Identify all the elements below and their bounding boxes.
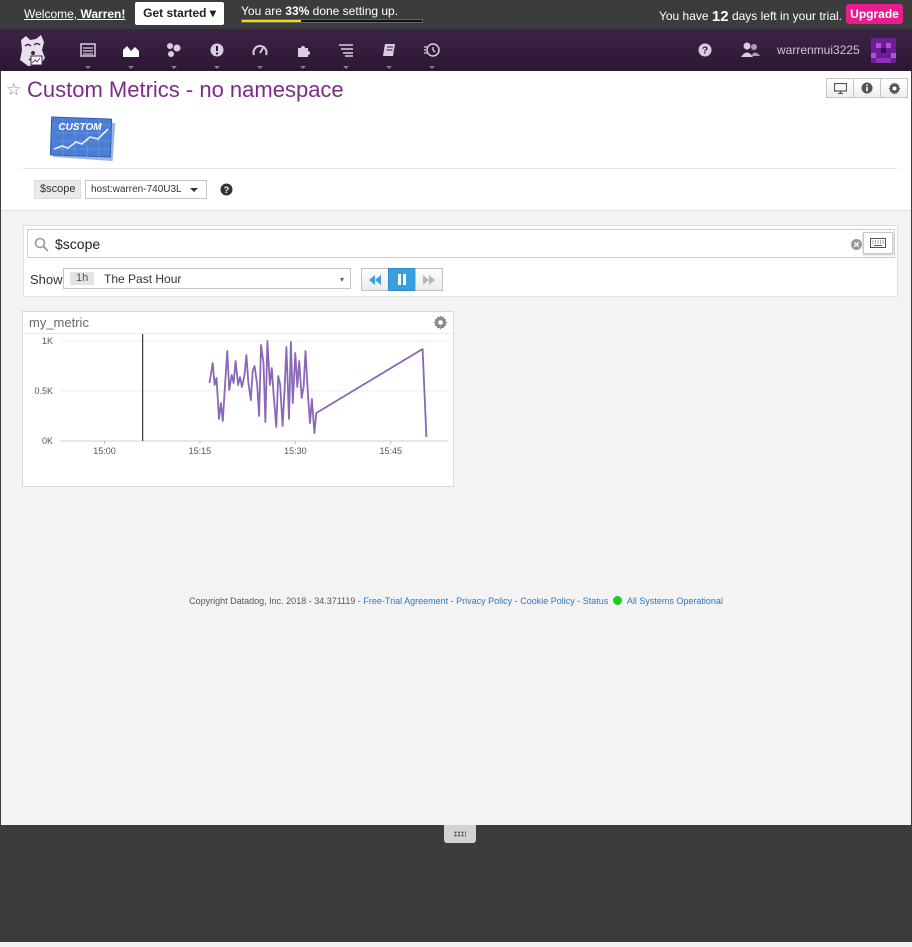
header-divider	[23, 168, 897, 169]
trial-bar: Welcome, Warren! Get started ▾ You are 3…	[0, 0, 912, 29]
monitors-icon[interactable]	[205, 38, 229, 69]
logs-icon[interactable]	[334, 38, 358, 69]
clear-icon[interactable]	[851, 239, 862, 250]
footer-separator: -	[514, 596, 518, 606]
dashboard-body	[1, 210, 911, 825]
dashboard-page: ☆ Custom Metrics - no namespace CUSTOM $…	[1, 71, 911, 825]
keyboard-shortcuts-button[interactable]	[863, 232, 893, 254]
svg-text:?: ?	[224, 185, 230, 195]
svg-text:?: ?	[702, 46, 708, 57]
trial-suffix: days left in your trial.	[731, 9, 842, 23]
welcome-prefix: Welcome,	[24, 7, 78, 21]
template-variable-label: $scope	[34, 180, 82, 199]
fast-forward-button[interactable]	[415, 268, 443, 291]
gear-icon	[887, 81, 901, 95]
rewind-icon	[369, 274, 381, 285]
search-box	[27, 229, 895, 258]
get-started-button[interactable]: Get started ▾	[135, 2, 224, 25]
timeframe-select[interactable]: 1h The Past Hour ▾	[63, 268, 351, 289]
search-input[interactable]	[55, 234, 835, 254]
help-icon[interactable]: ?	[697, 42, 713, 58]
footer-separator: -	[577, 596, 581, 606]
integrations-icon[interactable]	[291, 38, 315, 69]
timeseries-chart: 0K 0.5K 1K 15:00 15:15 15:30 15:45	[34, 334, 448, 456]
trial-days: 12	[711, 8, 729, 25]
status-ok-icon	[612, 596, 622, 605]
events-icon[interactable]	[76, 38, 100, 69]
settings-button[interactable]	[880, 78, 908, 98]
template-variable-select[interactable]: host:warren-740U3L	[85, 180, 207, 199]
username[interactable]: warrenmui3225	[777, 43, 860, 57]
notebooks-icon[interactable]	[377, 38, 401, 69]
widget-gear-icon[interactable]	[433, 315, 448, 330]
welcome-text[interactable]: Welcome, Warren!	[24, 7, 125, 21]
footer-link-status[interactable]: Status	[583, 596, 609, 606]
progress-percent: 33%	[285, 4, 310, 18]
tv-mode-button[interactable]	[826, 78, 854, 98]
y-tick-label: 1K	[42, 336, 53, 346]
show-label: Show	[30, 272, 63, 287]
footer-link-cookie[interactable]: Cookie Policy	[520, 596, 575, 606]
setup-progress-text: You are 33% done setting up.	[241, 4, 398, 18]
drag-handle[interactable]	[444, 825, 476, 843]
footer-link-privacy[interactable]: Privacy Policy	[456, 596, 512, 606]
setup-progress-bar	[241, 19, 423, 23]
footer: Copyright Datadog, Inc. 2018 - 34.371119…	[1, 595, 911, 606]
keyboard-icon	[870, 238, 886, 248]
series-line	[208, 340, 428, 438]
grip-icon	[454, 831, 466, 837]
setup-progress-fill	[242, 20, 302, 22]
trial-prefix: You have	[658, 9, 709, 23]
caret-down-icon: ▾	[339, 275, 344, 284]
footer-status-text[interactable]: All Systems Operational	[627, 596, 723, 606]
template-variable-value: host:warren-740U3L	[91, 184, 182, 195]
apm-icon[interactable]	[248, 38, 272, 69]
timeframe-chip: 1h	[70, 272, 95, 285]
y-tick-label: 0.5K	[34, 386, 53, 396]
trial-remaining-text: You have 12 days left in your trial.	[658, 7, 842, 25]
search-panel: Show 1h The Past Hour ▾	[23, 225, 898, 297]
team-icon[interactable]	[740, 41, 760, 59]
pause-button[interactable]	[388, 268, 416, 291]
dashboards-icon[interactable]	[119, 38, 143, 69]
progress-suffix: done setting up.	[312, 4, 399, 18]
page-title: Custom Metrics - no namespace	[27, 77, 344, 102]
infrastructure-icon[interactable]	[162, 38, 186, 69]
main-nav: ? warrenmui3225	[0, 29, 912, 71]
x-tick-label: 15:45	[379, 446, 402, 456]
favorite-star-icon[interactable]: ☆	[6, 80, 21, 100]
timeframe-label: The Past Hour	[104, 272, 182, 286]
x-tick-label: 15:00	[93, 446, 116, 456]
caret-down-icon	[190, 188, 198, 192]
fast-forward-icon	[423, 274, 435, 285]
footer-separator: -	[450, 596, 454, 606]
search-icon	[34, 237, 49, 252]
info-button[interactable]	[853, 78, 881, 98]
custom-badge-label: CUSTOM	[58, 122, 102, 133]
upgrade-button[interactable]: Upgrade	[846, 4, 903, 24]
x-tick-label: 15:30	[284, 446, 307, 456]
timeseries-widget[interactable]: my_metric 0K 0.5K 1K 15:00 15:15 15:30 15:45	[22, 311, 454, 487]
welcome-name: Warren!	[80, 7, 126, 21]
y-tick-label: 0K	[42, 436, 53, 446]
playback-controls	[361, 268, 443, 291]
info-icon	[861, 82, 873, 94]
widget-title: my_metric	[29, 315, 89, 330]
custom-metrics-badge: CUSTOM	[48, 115, 116, 162]
monitor-icon	[833, 82, 847, 94]
bottom-strip	[0, 942, 912, 947]
x-tick-label: 15:15	[189, 446, 212, 456]
footer-copyright: Copyright Datadog, Inc. 2018 - 34.371119…	[189, 596, 361, 606]
dashboard-header-actions	[826, 78, 908, 98]
footer-link-free-trial[interactable]: Free-Trial Agreement	[363, 596, 448, 606]
dashboard-header: ☆ Custom Metrics - no namespace CUSTOM $…	[1, 71, 911, 211]
rewind-button[interactable]	[361, 268, 389, 291]
pause-icon	[398, 274, 406, 285]
avatar[interactable]	[871, 38, 896, 63]
synthetics-icon[interactable]	[420, 38, 444, 69]
template-variable-help-icon[interactable]: ?	[220, 183, 233, 196]
progress-prefix: You are	[241, 4, 282, 18]
datadog-logo-icon[interactable]	[14, 32, 50, 68]
bottom-console-panel	[1, 825, 911, 942]
